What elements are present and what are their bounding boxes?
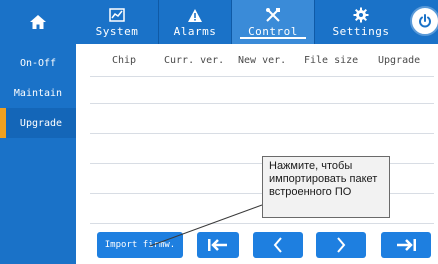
sidebar-item-label: On-Off <box>19 57 57 69</box>
tab-alarms[interactable]: Alarms <box>159 0 231 44</box>
home-icon <box>30 15 46 29</box>
import-firmware-button[interactable]: Import firmw. <box>97 232 183 258</box>
sidebar-item-maintain[interactable]: Maintain <box>0 78 76 108</box>
last-page-icon <box>397 239 416 251</box>
gear-icon <box>353 7 369 23</box>
column-header-new-version: New ver. <box>238 55 287 66</box>
chart-icon <box>109 8 125 22</box>
sidebar: On-Off Maintain Upgrade <box>0 44 76 264</box>
first-page-icon <box>208 239 227 251</box>
sidebar-item-on-off[interactable]: On-Off <box>0 48 76 78</box>
column-header-current-version: Curr. ver. <box>164 55 225 66</box>
column-header-file-size: File size <box>304 55 359 66</box>
import-firmware-tooltip: Нажмите, чтобы импортировать пакет встро… <box>262 156 390 218</box>
last-page-button[interactable] <box>381 232 431 258</box>
tab-control[interactable]: Control <box>232 0 314 44</box>
column-header-upgrade: Upgrade <box>378 55 421 66</box>
top-navigation-bar: System Alarms Control Settings <box>0 0 438 44</box>
chevron-right-icon <box>337 237 346 253</box>
home-button[interactable] <box>0 0 76 44</box>
tab-control-label: Control <box>248 25 298 38</box>
tooltip-text: Нажмите, чтобы импортировать пакет встро… <box>269 160 378 198</box>
tab-system-label: System <box>95 25 139 38</box>
table-row <box>90 76 434 77</box>
tools-icon <box>266 8 280 22</box>
table-row <box>90 223 434 224</box>
table-row <box>90 103 434 104</box>
chevron-left-icon <box>273 237 282 253</box>
sidebar-item-upgrade[interactable]: Upgrade <box>0 108 76 138</box>
first-page-button[interactable] <box>197 232 239 258</box>
tab-system[interactable]: System <box>76 0 158 44</box>
tab-settings[interactable]: Settings <box>315 0 407 44</box>
upgrade-panel: Chip Curr. ver. New ver. File size Upgra… <box>76 44 438 264</box>
warning-icon <box>188 8 202 22</box>
power-button[interactable] <box>410 6 438 36</box>
tab-settings-label: Settings <box>332 25 390 38</box>
import-firmware-label: Import firmw. <box>104 240 176 250</box>
tab-alarms-label: Alarms <box>173 25 217 38</box>
previous-page-button[interactable] <box>253 232 303 258</box>
power-icon <box>419 14 431 28</box>
sidebar-item-label: Maintain <box>13 87 63 99</box>
next-page-button[interactable] <box>316 232 366 258</box>
table-row <box>90 133 434 134</box>
table-header: Chip Curr. ver. New ver. File size Upgra… <box>76 44 438 76</box>
sidebar-item-label: Upgrade <box>19 117 63 129</box>
column-header-chip: Chip <box>112 55 137 66</box>
